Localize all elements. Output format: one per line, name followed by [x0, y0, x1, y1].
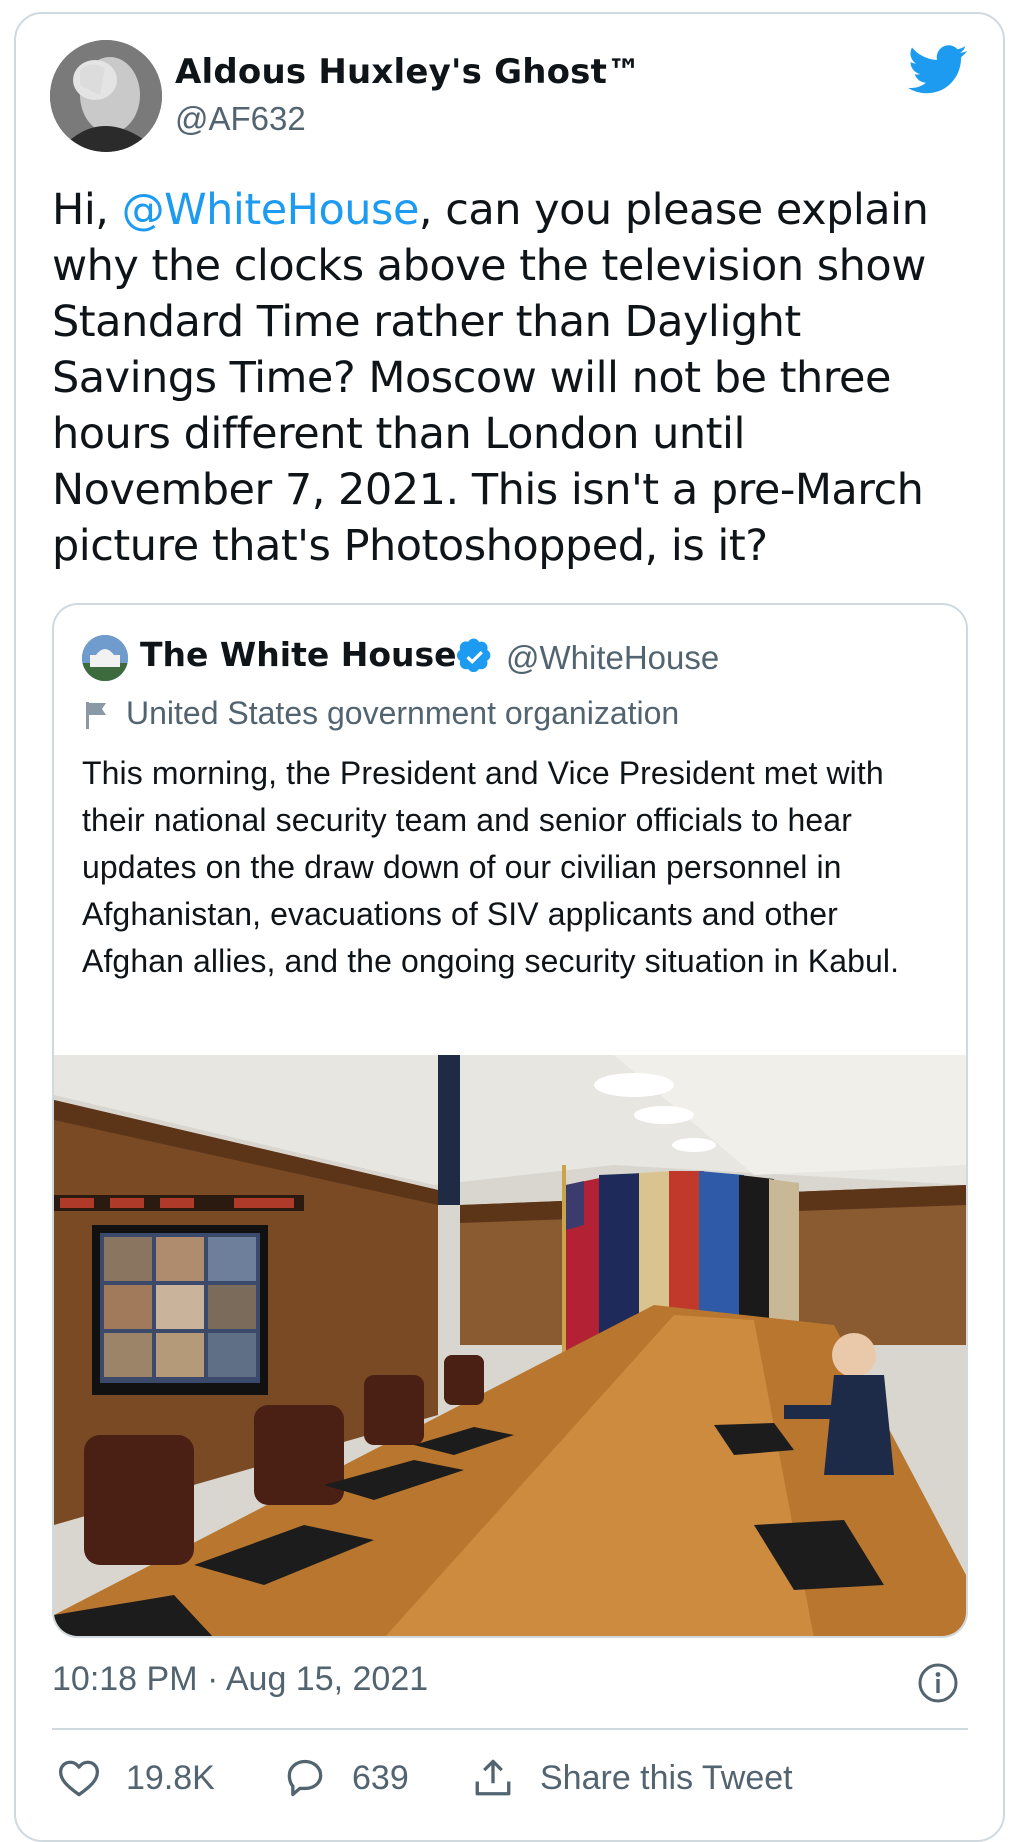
quoted-handle[interactable]: @WhiteHouse: [506, 639, 719, 677]
share-button[interactable]: Share this Tweet: [472, 1752, 793, 1804]
tweet-prefix: Hi,: [52, 185, 122, 235]
reply-icon: [287, 1759, 323, 1797]
author-name[interactable]: Aldous Huxley's Ghost™: [175, 52, 641, 92]
reply-count: 639: [352, 1758, 409, 1797]
like-button[interactable]: 19.8K: [58, 1752, 215, 1804]
tweet-body: , can you please explain why the clocks …: [52, 185, 929, 571]
situation-room-photo[interactable]: [54, 1055, 966, 1636]
heart-icon: [58, 1760, 100, 1797]
quoted-text: This morning, the President and Vice Pre…: [82, 755, 900, 979]
tweet-text: Hi, @WhiteHouse, can you please explain …: [52, 182, 972, 574]
share-icon: [475, 1759, 511, 1796]
government-label[interactable]: United States government organization: [126, 695, 679, 732]
mention-link[interactable]: @WhiteHouse: [122, 185, 420, 235]
quoted-avatar[interactable]: [82, 635, 128, 681]
like-count: 19.8K: [126, 1758, 215, 1797]
share-label: Share this Tweet: [540, 1758, 793, 1797]
divider: [52, 1728, 968, 1730]
quoted-name[interactable]: The White House: [140, 635, 457, 674]
reply-button[interactable]: 639: [284, 1752, 409, 1804]
info-icon[interactable]: [917, 1662, 959, 1704]
twitter-bird-icon[interactable]: [908, 45, 968, 95]
flag-icon: [84, 700, 110, 730]
author-handle[interactable]: @AF632: [175, 100, 306, 138]
author-avatar[interactable]: [50, 40, 162, 152]
quoted-tweet[interactable]: The White House @WhiteHouse United State…: [52, 603, 968, 1638]
action-bar: 19.8K 639 Share this Tweet: [52, 1752, 968, 1812]
verified-badge-icon: [456, 638, 494, 676]
tweet-timestamp[interactable]: 10:18 PM · Aug 15, 2021: [52, 1660, 428, 1699]
